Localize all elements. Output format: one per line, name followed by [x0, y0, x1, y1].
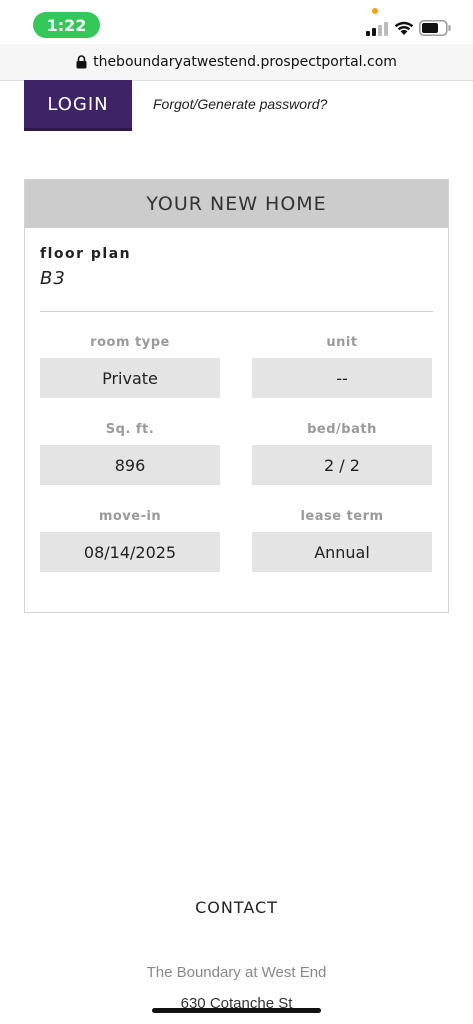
- url-bar[interactable]: theboundaryatwestend.prospectportal.com: [0, 44, 473, 81]
- url-text: theboundaryatwestend.prospectportal.com: [93, 54, 397, 70]
- card-title: YOUR NEW HOME: [25, 180, 448, 228]
- move-in-label: move-in: [98, 509, 162, 524]
- room-type-label: room type: [90, 335, 170, 350]
- unit-label: unit: [326, 335, 358, 350]
- home-indicator[interactable]: [152, 1008, 321, 1013]
- status-bar: 1:22: [0, 0, 473, 44]
- login-button[interactable]: LOGIN: [24, 80, 132, 131]
- floor-plan-label: floor plan: [40, 246, 132, 262]
- privacy-indicator-dot: [372, 8, 378, 14]
- sq-ft-value: 896: [40, 445, 220, 485]
- lease-term-value: Annual: [252, 532, 432, 572]
- lock-icon: [76, 55, 87, 69]
- status-time[interactable]: 1:22: [33, 12, 100, 38]
- battery-icon: [419, 20, 451, 36]
- move-in-value: 08/14/2025: [40, 532, 220, 572]
- new-home-card: YOUR NEW HOME floor plan B3 room type Pr…: [24, 179, 449, 613]
- forgot-password-link[interactable]: Forgot/Generate password?: [153, 96, 327, 112]
- room-type-value: Private: [40, 358, 220, 398]
- wifi-icon: [394, 21, 414, 35]
- bed-bath-label: bed/bath: [307, 422, 377, 437]
- sq-ft-label: Sq. ft.: [105, 422, 155, 437]
- bed-bath-value: 2 / 2: [252, 445, 432, 485]
- property-name: The Boundary at West End: [146, 964, 327, 981]
- unit-value: --: [252, 358, 432, 398]
- cellular-signal-icon: [366, 22, 388, 36]
- lease-term-label: lease term: [300, 509, 384, 524]
- divider: [40, 311, 433, 312]
- floor-plan-value: B3: [40, 268, 66, 289]
- contact-heading: CONTACT: [195, 898, 278, 917]
